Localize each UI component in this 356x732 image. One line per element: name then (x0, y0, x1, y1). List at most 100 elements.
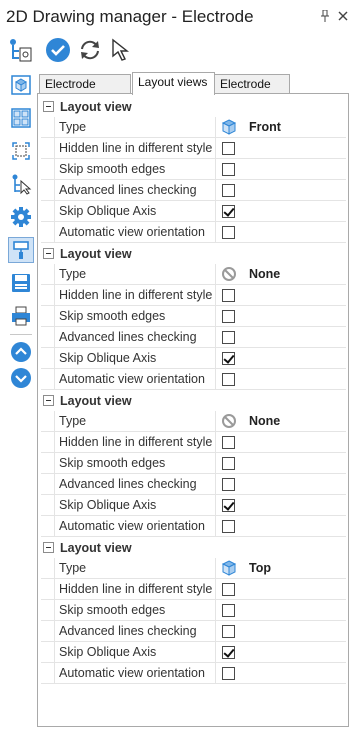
brush-icon[interactable] (8, 237, 34, 263)
property-value-cell (216, 474, 346, 494)
section-header[interactable]: Layout view (41, 96, 346, 117)
gear-icon[interactable] (8, 204, 34, 230)
property-label: Type (55, 117, 216, 137)
row-indent (41, 159, 55, 179)
property-row: Skip smooth edges (41, 453, 346, 474)
pin-icon[interactable] (318, 9, 332, 24)
collapse-toggle-icon[interactable] (43, 248, 54, 259)
type-row[interactable]: Type Top (41, 558, 346, 579)
property-row: Hidden line in different style (41, 285, 346, 306)
checkbox[interactable] (222, 603, 235, 617)
property-row: Skip Oblique Axis (41, 348, 346, 369)
property-row: Automatic view orientation (41, 516, 346, 537)
checkbox[interactable] (222, 309, 235, 323)
property-label: Skip Oblique Axis (55, 495, 216, 515)
save-icon[interactable] (8, 270, 34, 296)
section-label: Layout view (60, 393, 132, 408)
checkbox[interactable] (222, 141, 235, 155)
tab-electrode-views[interactable]: Electrode views (39, 74, 131, 109)
tab-strip: Electrode views Layout views Electrode l… (37, 72, 349, 109)
type-value-cell[interactable]: Top (216, 558, 346, 578)
titlebar: 2D Drawing manager - Electrode (0, 0, 356, 34)
type-value-cell[interactable]: None (216, 411, 346, 431)
close-icon[interactable] (336, 10, 350, 24)
property-value-cell (216, 306, 346, 326)
confirm-icon[interactable] (44, 36, 72, 64)
toolbar (0, 36, 356, 68)
row-indent (41, 138, 55, 158)
checkbox[interactable] (222, 666, 235, 680)
collapse-toggle-icon[interactable] (43, 101, 54, 112)
property-row: Skip smooth edges (41, 306, 346, 327)
row-indent (41, 411, 55, 431)
section-header[interactable]: Layout view (41, 390, 346, 411)
property-value-cell (216, 285, 346, 305)
type-value: Top (249, 561, 271, 575)
tree-settings-icon[interactable] (6, 36, 34, 64)
tab-layout-views[interactable]: Layout views (132, 72, 215, 95)
checkbox[interactable] (222, 162, 235, 176)
collapse-toggle-icon[interactable] (43, 395, 54, 406)
checkbox[interactable] (222, 288, 235, 302)
property-row: Skip smooth edges (41, 600, 346, 621)
print-icon[interactable] (8, 303, 34, 329)
property-value-cell (216, 453, 346, 473)
property-label: Automatic view orientation (55, 516, 216, 536)
property-row: Advanced lines checking (41, 474, 346, 495)
checkbox[interactable] (222, 372, 235, 386)
checkbox[interactable] (222, 183, 235, 197)
checkbox[interactable] (222, 477, 235, 491)
checkbox[interactable] (222, 204, 235, 218)
section-header[interactable]: Layout view (41, 537, 346, 558)
checkbox[interactable] (222, 582, 235, 596)
layout-views-panel: Layout view Type Front Hidden line in diffe… (37, 93, 349, 727)
sidebar (6, 72, 36, 392)
checkbox[interactable] (222, 624, 235, 638)
layout-grid-icon[interactable] (8, 105, 34, 131)
type-row[interactable]: Type None (41, 264, 346, 285)
section-header[interactable]: Layout view (41, 243, 346, 264)
property-value-cell (216, 348, 346, 368)
property-label: Skip smooth edges (55, 306, 216, 326)
checkbox[interactable] (222, 519, 235, 533)
row-indent (41, 579, 55, 599)
type-value: Front (249, 120, 281, 134)
cursor-icon[interactable] (108, 36, 136, 64)
property-value-cell (216, 495, 346, 515)
row-indent (41, 306, 55, 326)
property-row: Hidden line in different style (41, 432, 346, 453)
property-label: Hidden line in different style (55, 432, 216, 452)
property-label: Hidden line in different style (55, 138, 216, 158)
collapse-toggle-icon[interactable] (43, 542, 54, 553)
checkbox[interactable] (222, 330, 235, 344)
chevron-up-circle-icon[interactable] (8, 339, 34, 365)
property-value-cell (216, 201, 346, 221)
checkbox[interactable] (222, 456, 235, 470)
refresh-icon[interactable] (76, 36, 104, 64)
tree-cursor-icon[interactable] (8, 171, 34, 197)
property-value-cell (216, 516, 346, 536)
property-value-cell (216, 600, 346, 620)
type-row[interactable]: Type Front (41, 117, 346, 138)
none-icon (221, 413, 237, 429)
checkbox[interactable] (222, 435, 235, 449)
chevron-down-circle-icon[interactable] (8, 365, 34, 391)
checkbox[interactable] (222, 645, 235, 659)
checkbox[interactable] (222, 351, 235, 365)
cube-view-icon[interactable] (8, 72, 34, 98)
property-row: Advanced lines checking (41, 327, 346, 348)
property-value-cell (216, 327, 346, 347)
property-value-cell (216, 369, 346, 389)
property-value-cell (216, 432, 346, 452)
checkbox[interactable] (222, 498, 235, 512)
property-row: Automatic view orientation (41, 663, 346, 684)
type-value-cell[interactable]: Front (216, 117, 346, 137)
row-indent (41, 180, 55, 200)
property-value-cell (216, 180, 346, 200)
tab-electrode-list[interactable]: Electrode list (214, 74, 290, 109)
type-value-cell[interactable]: None (216, 264, 346, 284)
type-row[interactable]: Type None (41, 411, 346, 432)
property-label: Skip Oblique Axis (55, 201, 216, 221)
crop-frame-icon[interactable] (8, 138, 34, 164)
checkbox[interactable] (222, 225, 235, 239)
